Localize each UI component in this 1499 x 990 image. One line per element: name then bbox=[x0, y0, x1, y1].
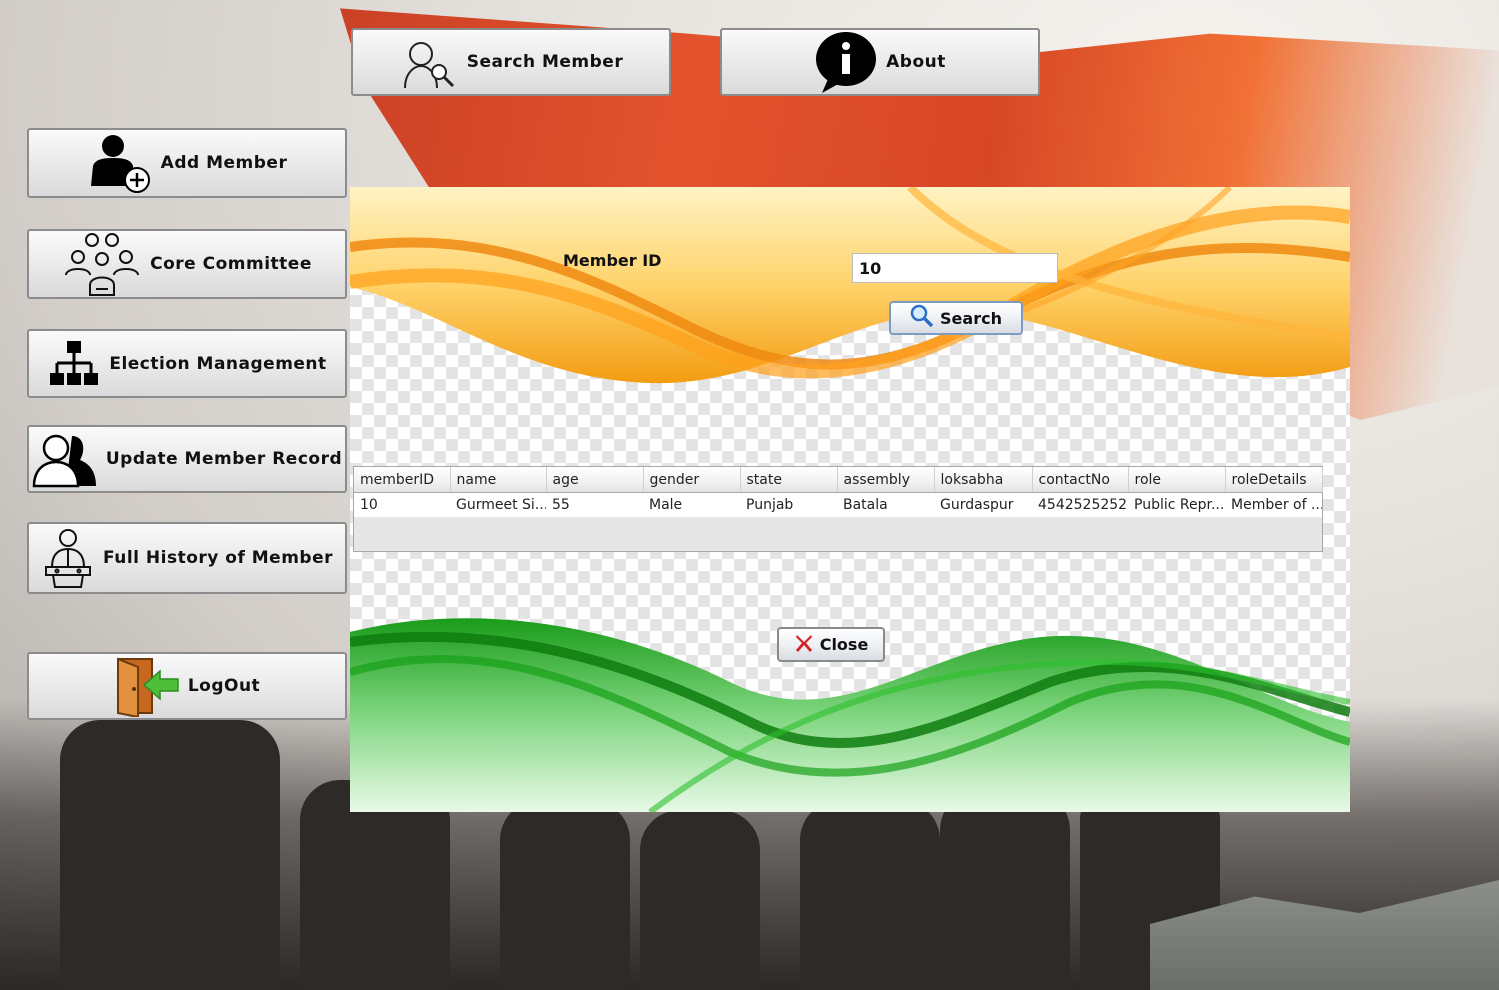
logout-label: LogOut bbox=[187, 676, 261, 696]
table-cell: 4542525252 bbox=[1032, 492, 1128, 517]
column-header[interactable]: assembly bbox=[837, 467, 935, 493]
column-header[interactable]: roleDetails bbox=[1225, 467, 1323, 493]
column-header[interactable]: name bbox=[450, 467, 547, 493]
close-button-label: Close bbox=[819, 635, 869, 654]
sidebar-item-label: Full History of Member bbox=[102, 548, 334, 568]
about-label: About bbox=[886, 52, 946, 72]
column-header[interactable]: gender bbox=[643, 467, 741, 493]
sidebar-item-core-committee[interactable]: Core Committee bbox=[27, 229, 347, 299]
table-cell: Batala bbox=[837, 492, 934, 517]
sidebar-item-full-history[interactable]: Full History of Member bbox=[27, 522, 347, 594]
speaker-icon bbox=[41, 527, 95, 589]
column-header[interactable]: state bbox=[740, 467, 838, 493]
logout-door-icon bbox=[114, 655, 180, 717]
search-member-panel: Member ID Search memberID name age gende… bbox=[350, 187, 1350, 812]
search-user-icon bbox=[399, 34, 459, 90]
saffron-wave-decoration bbox=[350, 187, 1350, 384]
background-figure bbox=[940, 790, 1070, 990]
member-id-label: Member ID bbox=[563, 251, 662, 270]
table-cell: Gurdaspur bbox=[934, 492, 1032, 517]
column-header[interactable]: loksabha bbox=[934, 467, 1033, 493]
group-icon bbox=[62, 231, 142, 297]
table-cell: Member of ... bbox=[1225, 492, 1322, 517]
table-cell: Public Repr... bbox=[1128, 492, 1225, 517]
table-header-row: memberID name age gender state assembly … bbox=[354, 467, 1323, 493]
search-button[interactable]: Search bbox=[889, 301, 1023, 335]
sidebar-item-update-member-record[interactable]: Update Member Record bbox=[27, 425, 347, 493]
hierarchy-icon bbox=[47, 339, 101, 389]
member-id-input[interactable] bbox=[852, 253, 1058, 283]
column-header[interactable]: age bbox=[546, 467, 644, 493]
background-figure bbox=[500, 800, 630, 990]
magnifier-icon bbox=[910, 304, 934, 332]
sidebar-item-label: Add Member bbox=[160, 153, 288, 173]
sidebar-item-label: Update Member Record bbox=[105, 449, 343, 469]
close-button[interactable]: Close bbox=[777, 627, 885, 662]
about-button[interactable]: About bbox=[720, 28, 1040, 96]
close-icon bbox=[794, 633, 814, 657]
table-row[interactable]: 10 Gurmeet Si... 55 Male Punjab Batala G… bbox=[354, 492, 1322, 517]
info-icon bbox=[814, 31, 878, 93]
table-cell: Male bbox=[643, 492, 740, 517]
users-icon bbox=[32, 430, 98, 488]
search-member-label: Search Member bbox=[466, 52, 624, 72]
sidebar-item-label: Election Management bbox=[109, 353, 327, 374]
table-cell: 55 bbox=[546, 492, 643, 517]
table-cell: 10 bbox=[354, 492, 450, 517]
search-member-button[interactable]: Search Member bbox=[351, 28, 671, 96]
table-cell: Punjab bbox=[740, 492, 837, 517]
sidebar-item-election-management[interactable]: Election Management bbox=[27, 329, 347, 398]
sidebar-item-add-member[interactable]: Add Member bbox=[27, 128, 347, 198]
logout-button[interactable]: LogOut bbox=[27, 652, 347, 720]
background-figure bbox=[640, 810, 760, 990]
table-cell: Gurmeet Si... bbox=[450, 492, 546, 517]
member-results-table[interactable]: memberID name age gender state assembly … bbox=[353, 466, 1323, 552]
search-button-label: Search bbox=[940, 308, 1002, 328]
sidebar-item-label: Core Committee bbox=[150, 254, 312, 274]
add-user-icon bbox=[87, 132, 153, 194]
column-header[interactable]: contactNo bbox=[1032, 467, 1129, 493]
background-figure bbox=[800, 800, 940, 990]
column-header[interactable]: role bbox=[1128, 467, 1226, 493]
column-header[interactable]: memberID bbox=[354, 467, 451, 493]
background-figure bbox=[60, 720, 280, 990]
